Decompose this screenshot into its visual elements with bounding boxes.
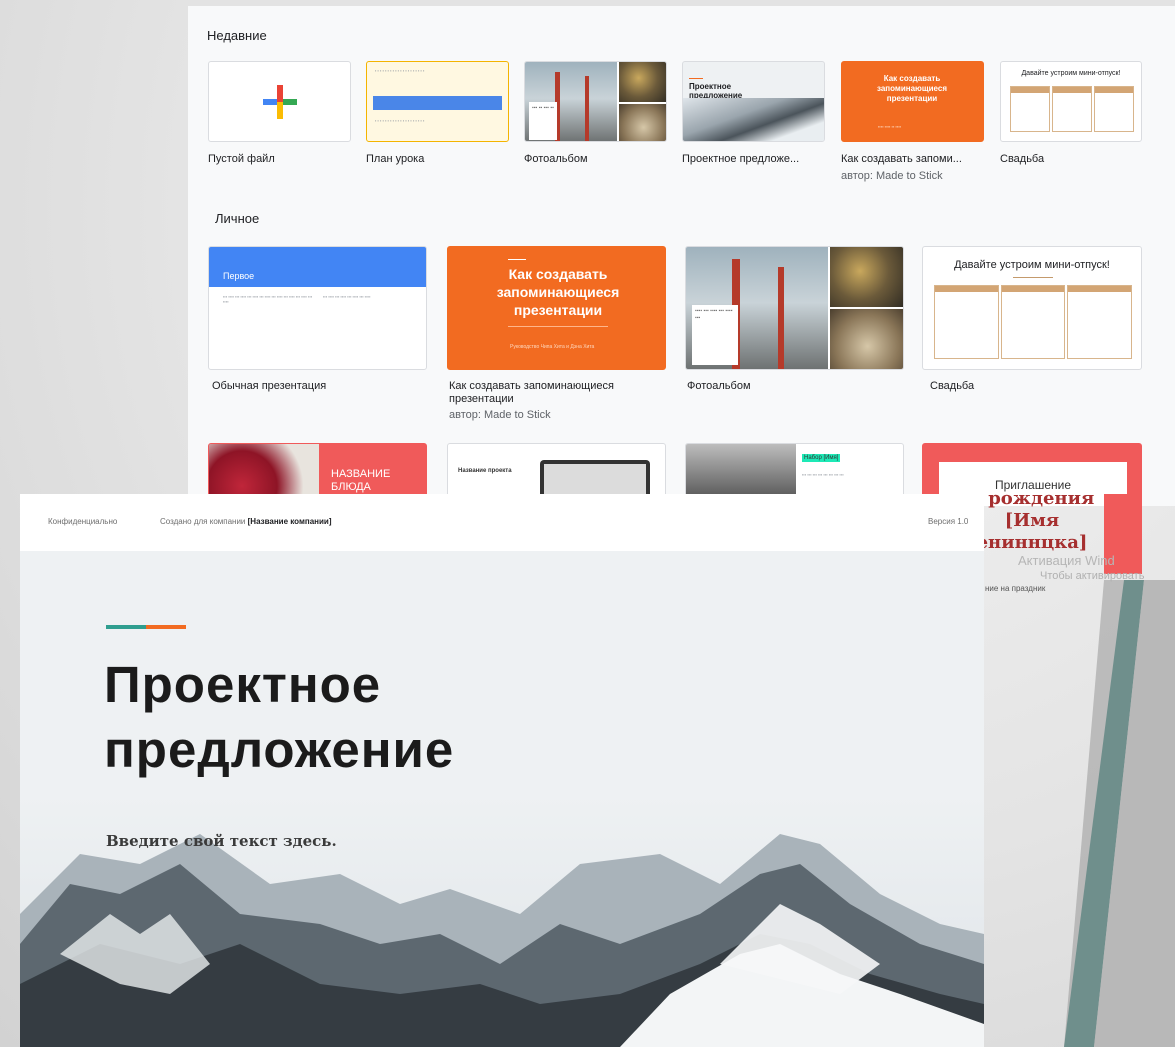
- card-label: Обычная презентация: [212, 380, 327, 392]
- card-author: автор: Made to Stick: [841, 170, 943, 182]
- photo-caption: ▪▪▪▪ ▪▪▪ ▪▪▪▪ ▪▪▪ ▪▪▪▪ ▪▪▪: [692, 305, 738, 365]
- background-shape: [1064, 580, 1175, 1047]
- lesson-text: ▪ ▪ ▪ ▪ ▪ ▪ ▪ ▪ ▪ ▪ ▪ ▪ ▪ ▪ ▪ ▪ ▪ ▪ ▪ ▪: [375, 68, 425, 73]
- thumb-title: Давайте устроим мини-отпуск!: [954, 259, 1110, 271]
- room-photo: [830, 309, 903, 369]
- card-label: Как создавать запоминающиеся презентации: [449, 380, 614, 405]
- plus-icon: [262, 84, 297, 119]
- confidential-label: Конфиденциально: [48, 517, 118, 526]
- leaf-photo: [830, 247, 903, 307]
- slide-title[interactable]: Проектное предложение: [104, 652, 454, 782]
- wedding-table: [933, 285, 1133, 359]
- card-thumbnail[interactable]: [208, 61, 351, 142]
- card-thumbnail[interactable]: Проектное предложение: [682, 61, 825, 142]
- room-photo: [619, 104, 666, 141]
- slide-subtitle[interactable]: Введите свой текст здесь.: [106, 832, 337, 850]
- thumb-title: Как создавать запоминающиеся презентации: [876, 74, 947, 103]
- thumb-title: Название проекта: [458, 468, 512, 474]
- card-author: автор: Made to Stick: [449, 409, 551, 421]
- card-label: План урока: [366, 153, 425, 165]
- lesson-text: ▪ ▪ ▪ ▪ ▪ ▪ ▪ ▪ ▪ ▪ ▪ ▪ ▪ ▪ ▪ ▪ ▪ ▪ ▪ ▪: [375, 118, 425, 123]
- version-label: Версия 1.0: [928, 517, 969, 526]
- photo-caption: ▪▪▪ ▪▪ ▪▪▪ ▪▪: [529, 102, 557, 140]
- card-thumbnail[interactable]: ▪▪▪ ▪▪ ▪▪▪ ▪▪: [524, 61, 667, 142]
- card-thumbnail[interactable]: ▪▪▪▪ ▪▪▪ ▪▪▪▪ ▪▪▪ ▪▪▪▪ ▪▪▪: [685, 246, 904, 370]
- card-thumbnail[interactable]: ▪ ▪ ▪ ▪ ▪ ▪ ▪ ▪ ▪ ▪ ▪ ▪ ▪ ▪ ▪ ▪ ▪ ▪ ▪ ▪ …: [366, 61, 509, 142]
- thumb-title: НАЗВАНИЕ БЛЮДА: [331, 468, 391, 493]
- thumb-body: ▪▪▪ ▪▪▪▪ ▪▪▪ ▪▪▪▪ ▪▪▪ ▪▪▪▪ ▪▪▪ ▪▪▪▪: [323, 294, 371, 299]
- thumb-subtitle: Руководство Чипа Хита и Дэна Хита: [510, 344, 595, 350]
- lesson-timeline: [373, 96, 502, 110]
- mountain-photo: [683, 97, 824, 141]
- personal-section-title: Личное: [215, 211, 260, 226]
- thumb-title: Первое: [223, 271, 255, 281]
- card-label: Пустой файл: [208, 153, 275, 165]
- thumb-body: ▪▪▪ ▪▪▪ ▪▪▪ ▪▪▪ ▪▪▪ ▪▪▪ ▪▪▪ ▪▪▪: [802, 472, 844, 477]
- overlap-text: ние на праздник: [985, 584, 1046, 593]
- card-thumbnail[interactable]: Давайте устроим мини-отпуск!: [1000, 61, 1142, 142]
- thumb-title: Как создавать запоминающиеся презентации: [496, 266, 620, 318]
- slide-header: Конфиденциально Создано для компании [На…: [20, 494, 984, 551]
- slide-preview[interactable]: Конфиденциально Создано для компании [На…: [20, 494, 984, 1047]
- leaf-photo: [619, 62, 666, 102]
- thumb-body: ▪▪▪ ▪▪▪▪ ▪▪▪ ▪▪▪▪ ▪▪▪ ▪▪▪▪ ▪▪▪ ▪▪▪▪ ▪▪▪ …: [223, 294, 313, 304]
- card-thumbnail[interactable]: Давайте устроим мини-отпуск!: [922, 246, 1142, 370]
- card-thumbnail[interactable]: Как создавать запоминающиеся презентации…: [447, 246, 666, 370]
- card-label: Свадьба: [1000, 153, 1045, 165]
- card-label: Проектное предложе...: [682, 153, 800, 165]
- wedding-table: [1009, 86, 1135, 132]
- title-accent-line: [106, 625, 186, 629]
- thumb-subtitle: ▪▪▪▪ ▪▪▪▪ ▪▪ ▪▪▪▪: [878, 124, 902, 129]
- card-label: Свадьба: [930, 380, 975, 392]
- company-label: Создано для компании [Название компании]: [160, 517, 332, 526]
- card-label: Фотоальбом: [524, 153, 588, 165]
- card-label: Фотоальбом: [687, 380, 751, 392]
- thumb-title: Набор [Имя]: [802, 454, 841, 462]
- activation-watermark-sub: Чтобы активировать: [1040, 570, 1145, 582]
- card-thumbnail[interactable]: Как создавать запоминающиеся презентации…: [841, 61, 984, 142]
- recent-section-title: Недавние: [207, 28, 267, 43]
- card-label: Как создавать запоми...: [841, 153, 962, 165]
- activation-watermark: Активация Wind: [1018, 553, 1115, 568]
- thumb-title: Давайте устроим мини-отпуск!: [1021, 70, 1121, 77]
- template-gallery: Недавние Пустой файл ▪ ▪ ▪ ▪ ▪ ▪ ▪ ▪ ▪ ▪…: [188, 0, 1175, 506]
- card-thumbnail[interactable]: Первое ▪▪▪ ▪▪▪▪ ▪▪▪ ▪▪▪▪ ▪▪▪ ▪▪▪▪ ▪▪▪ ▪▪…: [208, 246, 427, 370]
